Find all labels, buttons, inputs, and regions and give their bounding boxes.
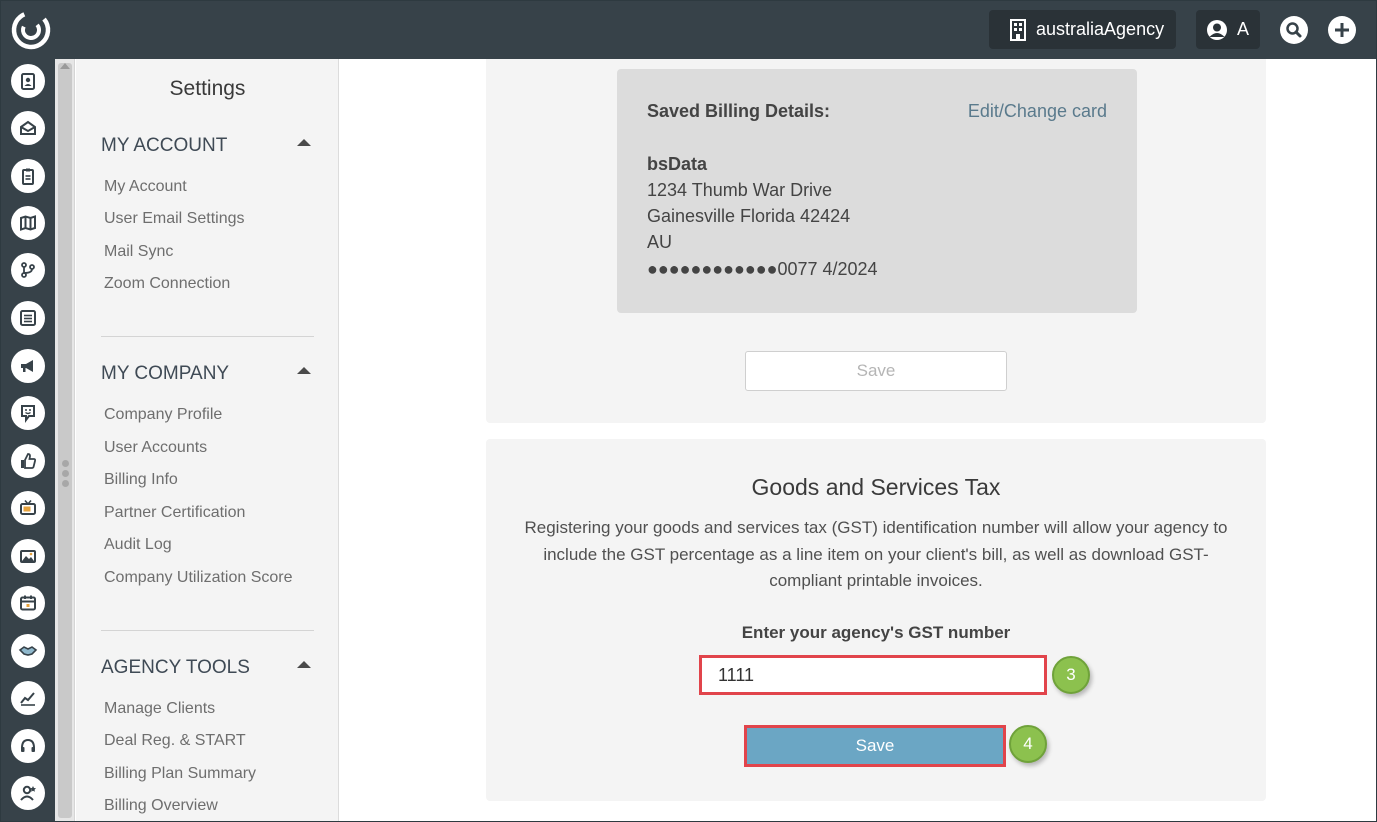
nav-user-accounts[interactable]: User Accounts — [104, 439, 207, 457]
billing-heading: Saved Billing Details: — [647, 101, 831, 121]
divider — [101, 630, 314, 631]
user-star-icon[interactable] — [11, 776, 45, 810]
calendar-icon[interactable] — [11, 586, 45, 620]
nav-deal-reg-start[interactable]: Deal Reg. & START — [104, 732, 246, 750]
section-my-account[interactable]: MY ACCOUNT — [101, 135, 227, 157]
nav-billing-overview[interactable]: Billing Overview — [104, 797, 218, 815]
settings-title: Settings — [169, 77, 246, 100]
nav-company-profile[interactable]: Company Profile — [104, 406, 222, 424]
nav-company-utilization-score[interactable]: Company Utilization Score — [104, 569, 293, 587]
billing-card-number: ●●●●●●●●●●●●0077 4/2024 — [647, 259, 878, 279]
nav-zoom-connection[interactable]: Zoom Connection — [104, 275, 230, 293]
billing-address-line2: Gainesville Florida 42424 — [647, 206, 851, 226]
nav-billing-plan-summary[interactable]: Billing Plan Summary — [104, 765, 256, 783]
billing-card: Saved Billing Details: Edit/Change card … — [486, 59, 1266, 423]
image-icon[interactable] — [11, 539, 45, 573]
user-avatar-icon — [1207, 19, 1227, 40]
map-icon[interactable] — [11, 206, 45, 240]
add-icon[interactable] — [1328, 16, 1356, 44]
panel-resize-handle[interactable] — [62, 460, 70, 490]
agency-switcher-button[interactable]: australiaAgency — [989, 10, 1176, 49]
saved-billing-details-box: Saved Billing Details: Edit/Change card … — [617, 69, 1137, 313]
main-content: Saved Billing Details: Edit/Change card … — [340, 59, 1376, 822]
billing-name: bsData — [647, 154, 708, 174]
collapse-caret-icon[interactable] — [297, 139, 311, 146]
section-my-company[interactable]: MY COMPANY — [101, 363, 229, 385]
thumbs-up-icon[interactable] — [11, 444, 45, 478]
gst-number-input[interactable]: 1111 — [699, 655, 1047, 695]
headset-icon[interactable] — [11, 729, 45, 763]
step-4-badge: 4 — [1009, 725, 1047, 763]
nav-mail-sync[interactable]: Mail Sync — [104, 243, 173, 261]
nav-manage-clients[interactable]: Manage Clients — [104, 700, 215, 718]
gst-title: Goods and Services Tax — [751, 474, 1001, 500]
user-initial: A — [1237, 19, 1250, 39]
user-menu-button[interactable]: A — [1196, 10, 1260, 49]
gst-save-button[interactable]: Save — [744, 725, 1006, 767]
building-icon — [1010, 18, 1026, 41]
nav-user-email-settings[interactable]: User Email Settings — [104, 210, 245, 228]
megaphone-icon[interactable] — [11, 349, 45, 383]
chat-smile-icon[interactable] — [11, 396, 45, 430]
gst-input-label: Enter your agency's GST number — [741, 623, 1011, 642]
billing-address-line1: 1234 Thumb War Drive — [647, 180, 833, 200]
scrollbar-thumb[interactable] — [58, 63, 72, 818]
edit-change-card-link[interactable]: Edit/Change card — [968, 101, 1107, 122]
collapse-caret-icon[interactable] — [297, 661, 311, 668]
nav-billing-info[interactable]: Billing Info — [104, 471, 178, 489]
clipboard-icon[interactable] — [11, 159, 45, 193]
nav-audit-log[interactable]: Audit Log — [104, 536, 172, 554]
section-agency-tools[interactable]: AGENCY TOOLS — [101, 657, 250, 679]
inbox-icon[interactable] — [11, 111, 45, 145]
tv-icon[interactable] — [11, 491, 45, 525]
nav-partner-certification[interactable]: Partner Certification — [104, 504, 245, 522]
list-icon[interactable] — [11, 301, 45, 335]
nav-my-account[interactable]: My Account — [104, 178, 187, 196]
nav-scrollbar[interactable] — [55, 59, 75, 822]
handshake-icon[interactable] — [11, 634, 45, 668]
collapse-caret-icon[interactable] — [297, 367, 311, 374]
contacts-icon[interactable] — [11, 64, 45, 98]
gst-card: Goods and Services Tax Registering your … — [486, 439, 1266, 801]
gst-description: Registering your goods and services tax … — [524, 518, 1228, 590]
billing-country: AU — [647, 232, 673, 252]
chart-icon[interactable] — [11, 681, 45, 715]
app-logo-icon[interactable] — [10, 9, 52, 51]
top-bar: australiaAgency A — [0, 0, 1377, 59]
branch-icon[interactable] — [11, 253, 45, 287]
agency-name: australiaAgency — [1036, 19, 1165, 39]
scroll-up-arrow-icon[interactable] — [60, 63, 70, 69]
divider — [101, 336, 314, 337]
search-icon[interactable] — [1280, 16, 1308, 44]
settings-panel: Settings MY ACCOUNT My Account User Emai… — [76, 59, 339, 822]
billing-save-button[interactable]: Save — [745, 351, 1007, 391]
step-3-badge: 3 — [1052, 656, 1090, 694]
